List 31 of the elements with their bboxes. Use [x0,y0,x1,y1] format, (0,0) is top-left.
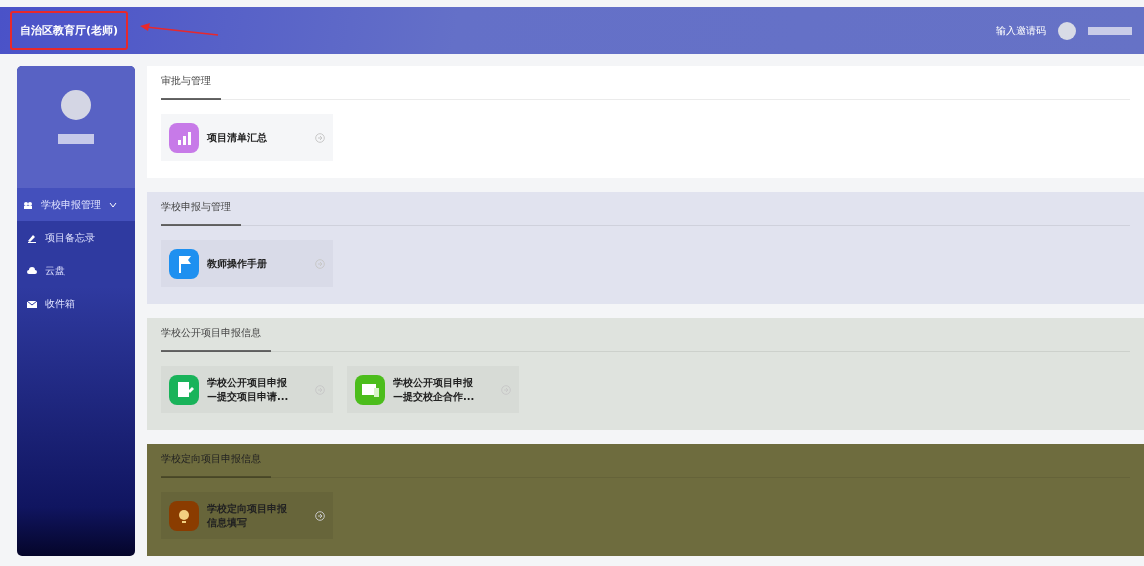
shortcut-card[interactable]: 学校公开项目申报 —提交校企合作... [347,366,519,413]
shortcut-card[interactable]: 学校公开项目申报 —提交项目申请... [161,366,333,413]
card-label: 教师操作手册 [207,256,268,271]
shortcut-card[interactable]: 教师操作手册 [161,240,333,287]
sidebar-item[interactable]: 收件箱 [17,287,135,320]
pen-icon [27,232,37,243]
chevron-icon [109,200,117,209]
arrow-circle-icon [315,510,325,521]
section-title: 学校申报与管理 [161,200,241,226]
invite-code-link[interactable]: 输入邀请码 [996,23,1046,38]
app-title: 自治区教育厅(老师) [10,11,129,50]
section-title: 学校定向项目申报信息 [161,452,271,478]
section-title: 审批与管理 [161,74,221,100]
sidebar-item[interactable]: 云盘 [17,254,135,287]
avatar[interactable] [1058,21,1076,40]
shortcut-card[interactable]: 项目清单汇总 [161,114,333,161]
card-label: 学校定向项目申报 信息填写 [207,501,288,530]
card-label: 项目清单汇总 [207,130,268,145]
cloud-icon [27,265,37,276]
card-label: 学校公开项目申报 —提交校企合作... [393,375,476,404]
card-label: 学校公开项目申报 —提交项目申请... [207,375,290,404]
blurred-username [1088,26,1132,35]
arrow-circle-icon [315,132,325,143]
sidebar-item[interactable]: 学校申报管理 [17,188,135,221]
arrow-circle-icon [315,258,325,269]
avatar [61,90,91,120]
blurred-username [58,134,94,144]
mail-icon [27,298,37,309]
sidebar-item[interactable]: 项目备忘录 [17,221,135,254]
people-icon [23,199,33,210]
section-title: 学校公开项目申报信息 [161,326,271,352]
